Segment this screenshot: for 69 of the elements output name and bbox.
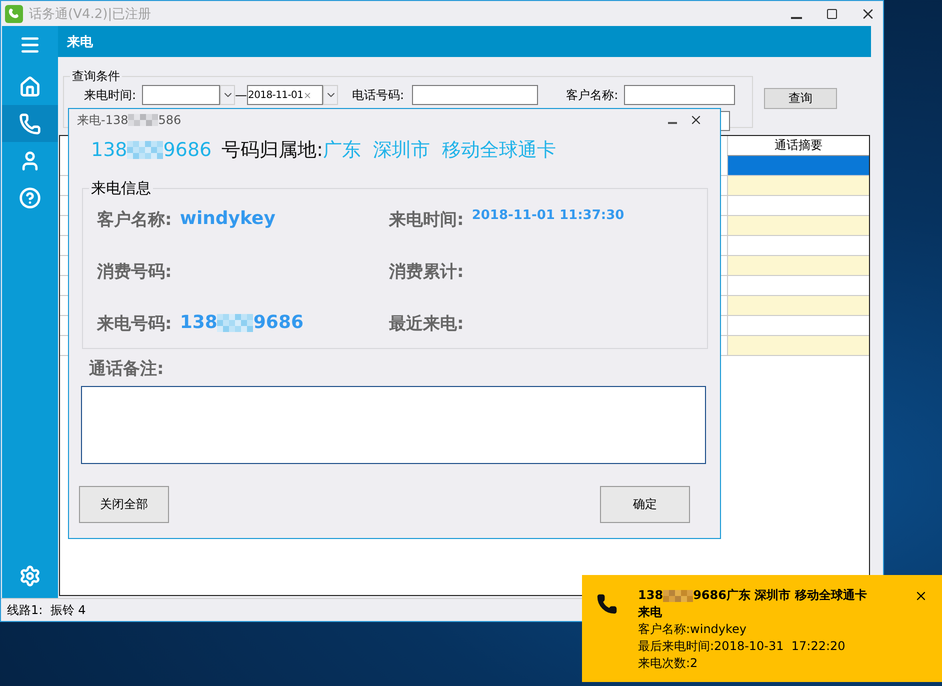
page-header: 来电 bbox=[58, 26, 871, 57]
group-title: 来电信息 bbox=[90, 179, 152, 198]
close-icon bbox=[689, 113, 703, 127]
notification-text: 最后来电时间:2018-10-31 17:22:20 bbox=[638, 638, 846, 655]
date-from-field[interactable] bbox=[142, 85, 220, 105]
location-text: 移动全球通卡 bbox=[442, 138, 556, 163]
pixelated-mask bbox=[663, 590, 694, 602]
field-label: 来电时间: bbox=[84, 86, 136, 104]
table-cell[interactable] bbox=[727, 296, 869, 316]
clear-icon bbox=[303, 90, 312, 100]
minimize-icon bbox=[668, 122, 676, 124]
pixelated-mask bbox=[128, 114, 158, 126]
close-all-button[interactable]: 关闭全部 bbox=[79, 486, 169, 523]
group-title: 查询条件 bbox=[71, 68, 121, 85]
dialog-title: 586 bbox=[158, 113, 182, 127]
table-cell[interactable] bbox=[727, 276, 869, 296]
phone-icon bbox=[19, 112, 41, 134]
window-title: 话务通(V4.2)|已注册 bbox=[29, 6, 152, 22]
table-cell[interactable] bbox=[727, 176, 869, 196]
field-label: 客户名称: bbox=[566, 86, 618, 104]
phone-button[interactable] bbox=[2, 105, 58, 142]
phone-number: 9686 bbox=[163, 139, 212, 161]
confirm-button[interactable]: 确定 bbox=[600, 486, 690, 523]
table-cell[interactable] bbox=[727, 236, 869, 256]
phone-icon bbox=[596, 593, 618, 615]
minimize-icon bbox=[790, 16, 802, 18]
close-button[interactable] bbox=[914, 589, 928, 603]
remarks-label: 通话备注: bbox=[89, 358, 165, 380]
pixelated-mask bbox=[127, 141, 164, 159]
dropdown-button[interactable] bbox=[323, 85, 338, 105]
table-cell[interactable] bbox=[727, 336, 869, 356]
field-label: 客户名称: bbox=[97, 209, 172, 231]
customer-field[interactable] bbox=[624, 85, 736, 105]
phone-number: 138 bbox=[91, 139, 128, 161]
notification-text: 客户名称:windykey bbox=[638, 621, 748, 638]
field-value: 9686 bbox=[253, 312, 304, 333]
table-cell[interactable] bbox=[727, 256, 869, 276]
field-value: 2018-11-01 11:37:30 bbox=[472, 208, 624, 223]
remarks-field[interactable] bbox=[81, 386, 706, 464]
location-text: 深圳市 bbox=[373, 138, 430, 163]
date-to-field[interactable]: 2018-11-01 bbox=[247, 85, 324, 105]
dialog-title: 来电-138 bbox=[77, 112, 128, 128]
table-cell[interactable] bbox=[727, 196, 869, 216]
dropdown-button[interactable] bbox=[220, 85, 236, 105]
phone-field[interactable] bbox=[412, 85, 538, 105]
notification-subtitle: 来电 bbox=[638, 604, 663, 621]
range-separator: — bbox=[235, 88, 248, 102]
notification-text: 来电次数:2 bbox=[638, 655, 699, 672]
search-button[interactable]: 查询 bbox=[764, 88, 837, 109]
home-icon bbox=[19, 76, 41, 98]
field-label: 电话号码: bbox=[352, 86, 404, 104]
field-label: 来电时间: bbox=[389, 209, 464, 231]
app-logo-icon bbox=[5, 4, 23, 22]
field-label: 消费号码: bbox=[97, 261, 172, 283]
field-value: windykey bbox=[180, 208, 276, 229]
table-cell[interactable] bbox=[727, 216, 869, 236]
maximize-icon bbox=[826, 8, 838, 20]
field-label: 来电号码: bbox=[97, 313, 172, 335]
pixelated-mask bbox=[217, 314, 254, 332]
settings-icon bbox=[19, 564, 41, 586]
field-label: 消费累计: bbox=[389, 261, 464, 283]
field-label: 最近来电: bbox=[389, 313, 464, 335]
location-text: 广东 bbox=[323, 138, 362, 163]
table-cell[interactable] bbox=[727, 316, 869, 336]
close-icon bbox=[914, 589, 928, 603]
location-label: 号码归属地: bbox=[222, 138, 324, 163]
help-icon bbox=[19, 186, 41, 208]
table-cell[interactable] bbox=[727, 156, 869, 176]
field-value: 138 bbox=[180, 312, 218, 333]
